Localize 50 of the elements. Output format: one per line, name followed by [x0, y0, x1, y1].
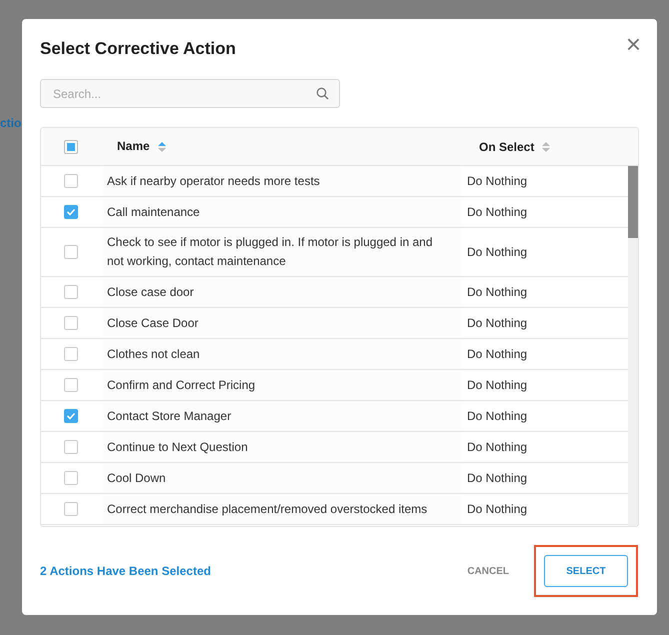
on-select-value: Do Nothing	[467, 315, 528, 332]
on-select-value: Do Nothing	[467, 244, 528, 262]
on-select-value: Do Nothing	[467, 284, 528, 302]
on-select-value: Do Nothing	[467, 377, 528, 394]
checkmark-icon	[66, 207, 76, 218]
select-button[interactable]: SELECT	[544, 555, 628, 588]
on-select-value: Do Nothing	[467, 173, 528, 190]
checkbox[interactable]	[64, 378, 78, 392]
close-button[interactable]: ×	[624, 31, 643, 57]
search-input[interactable]: Search...	[51, 84, 316, 104]
select-all-checkbox[interactable]	[64, 140, 78, 154]
on-select-value: Do Nothing	[467, 408, 528, 426]
checkbox[interactable]	[64, 409, 78, 424]
on-select-value: Do Nothing	[467, 346, 528, 364]
checkbox[interactable]	[64, 205, 78, 220]
action-name: Correct merchandise placement/removed overstocked items	[107, 500, 428, 518]
checkbox[interactable]	[64, 316, 78, 330]
sort-icon[interactable]	[158, 140, 166, 153]
checkbox[interactable]	[64, 285, 78, 300]
selection-count: 2 Actions Have Been Selected	[40, 563, 211, 580]
checkbox[interactable]	[64, 174, 78, 188]
action-name: Confirm and Correct Pricing	[107, 376, 256, 394]
on-select-value: Do Nothing	[467, 439, 528, 456]
on-select-value: Do Nothing	[467, 204, 528, 222]
checkbox[interactable]	[64, 471, 78, 486]
search-icon	[316, 87, 329, 100]
action-name: Check to see if motor is plugged in. If motor is plugged in and not working, contact maintenance	[107, 234, 434, 270]
action-name: Continue to Next Question	[107, 438, 248, 456]
sort-icon[interactable]	[542, 140, 550, 153]
column-header[interactable]: Name	[117, 137, 150, 156]
action-name: Close case door	[107, 284, 194, 301]
action-name: Call maintenance	[107, 204, 200, 221]
scrollbar-thumb[interactable]	[628, 166, 638, 238]
action-name: Contact Store Manager	[107, 408, 232, 425]
checkmark-icon	[66, 411, 76, 422]
action-name: Cool Down	[107, 470, 166, 487]
checkbox[interactable]	[64, 347, 78, 362]
checkbox[interactable]	[64, 440, 78, 454]
background-link-text: ctio	[0, 115, 22, 132]
cancel-button[interactable]: CANCEL	[453, 558, 523, 585]
action-name: Close Case Door	[107, 314, 198, 332]
action-name: Clothes not clean	[107, 346, 200, 363]
checkbox[interactable]	[64, 245, 78, 260]
dialog-title: Select Corrective Action	[40, 39, 236, 60]
checkbox[interactable]	[64, 502, 78, 516]
on-select-value: Do Nothing	[467, 501, 528, 518]
action-name: Ask if nearby operator needs more tests	[107, 172, 320, 190]
column-header[interactable]: On Select	[479, 138, 534, 156]
on-select-value: Do Nothing	[467, 470, 528, 488]
search-field[interactable]: Search...	[40, 79, 340, 108]
